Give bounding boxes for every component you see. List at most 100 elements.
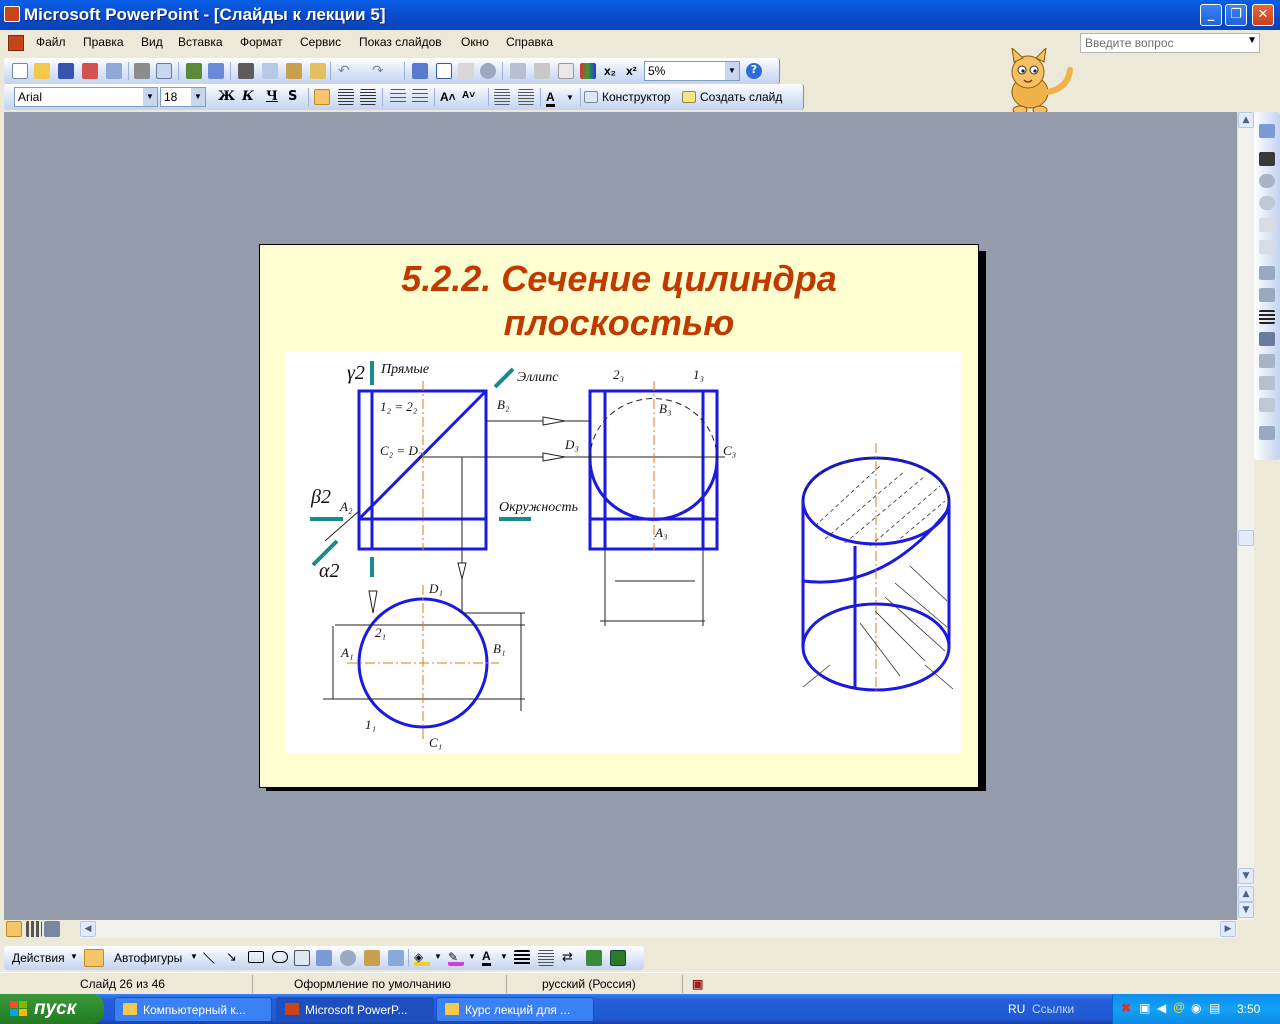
chevron-down-icon[interactable]: ▼ bbox=[70, 952, 78, 961]
links-toolbar[interactable]: Ссылки bbox=[1032, 1002, 1074, 1016]
crop-icon[interactable] bbox=[1259, 266, 1275, 280]
decrease-font-icon[interactable]: A˅ bbox=[462, 90, 475, 101]
research-icon[interactable] bbox=[208, 63, 224, 79]
line-color-icon[interactable]: ✎ bbox=[448, 950, 464, 966]
clipart-icon[interactable] bbox=[364, 950, 380, 966]
slide-title[interactable]: 5.2.2. Сечение цилиндра плоскостью bbox=[260, 257, 978, 345]
underline-button[interactable]: Ч bbox=[266, 89, 278, 104]
actions-menu[interactable]: Действия bbox=[12, 951, 65, 965]
powerpoint-icon[interactable] bbox=[4, 6, 20, 22]
bold-button[interactable]: Ж bbox=[218, 89, 235, 104]
textbox-icon[interactable] bbox=[294, 950, 310, 966]
new-slide-button[interactable]: Создать слайд bbox=[700, 90, 782, 104]
chevron-down-icon[interactable]: ▼ bbox=[1247, 35, 1257, 46]
copy-icon[interactable] bbox=[262, 63, 278, 79]
increase-indent-icon[interactable] bbox=[518, 89, 534, 105]
menu-file[interactable]: Файл bbox=[36, 35, 66, 49]
language-indicator[interactable]: RU bbox=[1008, 1002, 1025, 1016]
new-document-icon[interactable] bbox=[12, 63, 28, 79]
compress-icon[interactable] bbox=[1259, 332, 1275, 346]
expand-all-icon[interactable] bbox=[510, 63, 526, 79]
brightness-icon[interactable] bbox=[1259, 196, 1275, 210]
slideshow-icon[interactable] bbox=[44, 921, 60, 937]
insert-table-icon[interactable] bbox=[436, 63, 452, 79]
chevron-down-icon[interactable]: ▼ bbox=[725, 62, 739, 80]
messenger-icon[interactable]: @ bbox=[1173, 1000, 1185, 1014]
email-icon[interactable] bbox=[106, 63, 122, 79]
3d-style-icon[interactable] bbox=[610, 950, 626, 966]
align-left-icon[interactable] bbox=[314, 89, 330, 105]
reset-picture-icon[interactable] bbox=[1259, 426, 1275, 440]
network-icon[interactable]: ▣ bbox=[1139, 1001, 1150, 1015]
menu-slideshow[interactable]: Показ слайдов bbox=[359, 35, 442, 49]
shadow-style-icon[interactable] bbox=[586, 950, 602, 966]
menu-view[interactable]: Вид bbox=[141, 35, 163, 49]
update-icon[interactable]: ◉ bbox=[1191, 1001, 1201, 1015]
chevron-down-icon[interactable]: ▼ bbox=[566, 93, 574, 102]
horizontal-scrollbar[interactable]: ◀ ▶ bbox=[80, 920, 1237, 938]
slide-sorter-icon[interactable] bbox=[26, 921, 42, 937]
insert-chart-icon[interactable] bbox=[412, 63, 428, 79]
normal-view-icon[interactable] bbox=[6, 921, 22, 937]
next-slide-button[interactable]: ▼ bbox=[1238, 902, 1254, 918]
clock[interactable]: 3:50 bbox=[1237, 1002, 1260, 1016]
previous-slide-button[interactable]: ▲ bbox=[1238, 886, 1254, 902]
menu-edit[interactable]: Правка bbox=[83, 35, 124, 49]
fill-color-icon[interactable]: ◈ bbox=[414, 950, 430, 966]
save-icon[interactable] bbox=[58, 63, 74, 79]
line-style-icon[interactable] bbox=[514, 950, 530, 966]
zoom-select[interactable]: 5% ▼ bbox=[644, 61, 740, 81]
scroll-left-button[interactable]: ◀ bbox=[80, 921, 96, 937]
wordart-icon[interactable] bbox=[316, 950, 332, 966]
format-painter-icon[interactable] bbox=[310, 63, 326, 79]
font-color-icon[interactable]: A bbox=[482, 949, 491, 966]
less-brightness-icon[interactable] bbox=[1259, 240, 1275, 254]
print-icon[interactable] bbox=[134, 63, 150, 79]
document-icon[interactable] bbox=[8, 35, 24, 51]
cylinder-section-drawing[interactable]: γ2 Прямые Эллипс Окружность β2 α2 1₂ = 2… bbox=[285, 351, 961, 753]
numbering-icon[interactable] bbox=[390, 89, 406, 105]
slide[interactable]: 5.2.2. Сечение цилиндра плоскостью γ2 Пр… bbox=[259, 244, 979, 788]
insert-picture-icon[interactable] bbox=[458, 63, 474, 79]
align-center-icon[interactable] bbox=[338, 89, 354, 105]
recolor-icon[interactable] bbox=[1259, 354, 1275, 368]
superscript-icon[interactable]: x² bbox=[626, 64, 637, 78]
volume-icon[interactable]: ◀ bbox=[1157, 1001, 1166, 1015]
picture-icon[interactable] bbox=[1259, 124, 1275, 138]
permission-icon[interactable] bbox=[82, 63, 98, 79]
autoshapes-menu[interactable]: Автофигуры bbox=[114, 951, 182, 965]
increase-font-icon[interactable]: A˄ bbox=[440, 90, 456, 104]
transparent-color-icon[interactable] bbox=[1259, 398, 1275, 412]
designer-button[interactable]: Конструктор bbox=[602, 90, 670, 104]
menu-window[interactable]: Окно bbox=[461, 35, 489, 49]
rotate-icon[interactable] bbox=[1259, 288, 1275, 302]
diagram-icon[interactable] bbox=[340, 950, 356, 966]
subscript-icon[interactable]: x₂ bbox=[604, 64, 616, 78]
chevron-down-icon[interactable]: ▼ bbox=[500, 952, 508, 961]
vertical-scrollbar[interactable]: ▲ ▼ ▲ ▼ bbox=[1237, 112, 1254, 920]
line-style-icon[interactable] bbox=[1259, 310, 1275, 324]
help-icon[interactable]: ? bbox=[746, 63, 762, 79]
spelling-icon[interactable] bbox=[186, 63, 202, 79]
chevron-down-icon[interactable]: ▼ bbox=[143, 88, 157, 106]
shadow-button[interactable]: S bbox=[288, 89, 297, 104]
redo-icon[interactable]: ↷ bbox=[372, 63, 388, 79]
task-lecture-course[interactable]: Курс лекций для ... bbox=[436, 997, 594, 1022]
oval-icon[interactable] bbox=[272, 951, 288, 963]
paste-icon[interactable] bbox=[286, 63, 302, 79]
open-folder-icon[interactable] bbox=[34, 63, 50, 79]
task-computer-course[interactable]: Компьютерный к... bbox=[114, 997, 272, 1022]
rectangle-icon[interactable] bbox=[248, 951, 264, 963]
grid-icon[interactable] bbox=[558, 63, 574, 79]
menu-tools[interactable]: Сервис bbox=[300, 35, 341, 49]
hyperlink-icon[interactable] bbox=[480, 63, 496, 79]
chevron-down-icon[interactable]: ▼ bbox=[468, 952, 476, 961]
chevron-down-icon[interactable]: ▼ bbox=[191, 88, 205, 106]
format-picture-icon[interactable] bbox=[1259, 376, 1275, 390]
print-preview-icon[interactable] bbox=[156, 63, 172, 79]
task-powerpoint[interactable]: Microsoft PowerP... bbox=[276, 997, 434, 1022]
antivirus-icon[interactable]: ✖ bbox=[1121, 1001, 1131, 1015]
color-grayscale-icon[interactable] bbox=[580, 63, 596, 79]
scroll-right-button[interactable]: ▶ bbox=[1220, 921, 1236, 937]
scroll-up-button[interactable]: ▲ bbox=[1238, 112, 1254, 128]
